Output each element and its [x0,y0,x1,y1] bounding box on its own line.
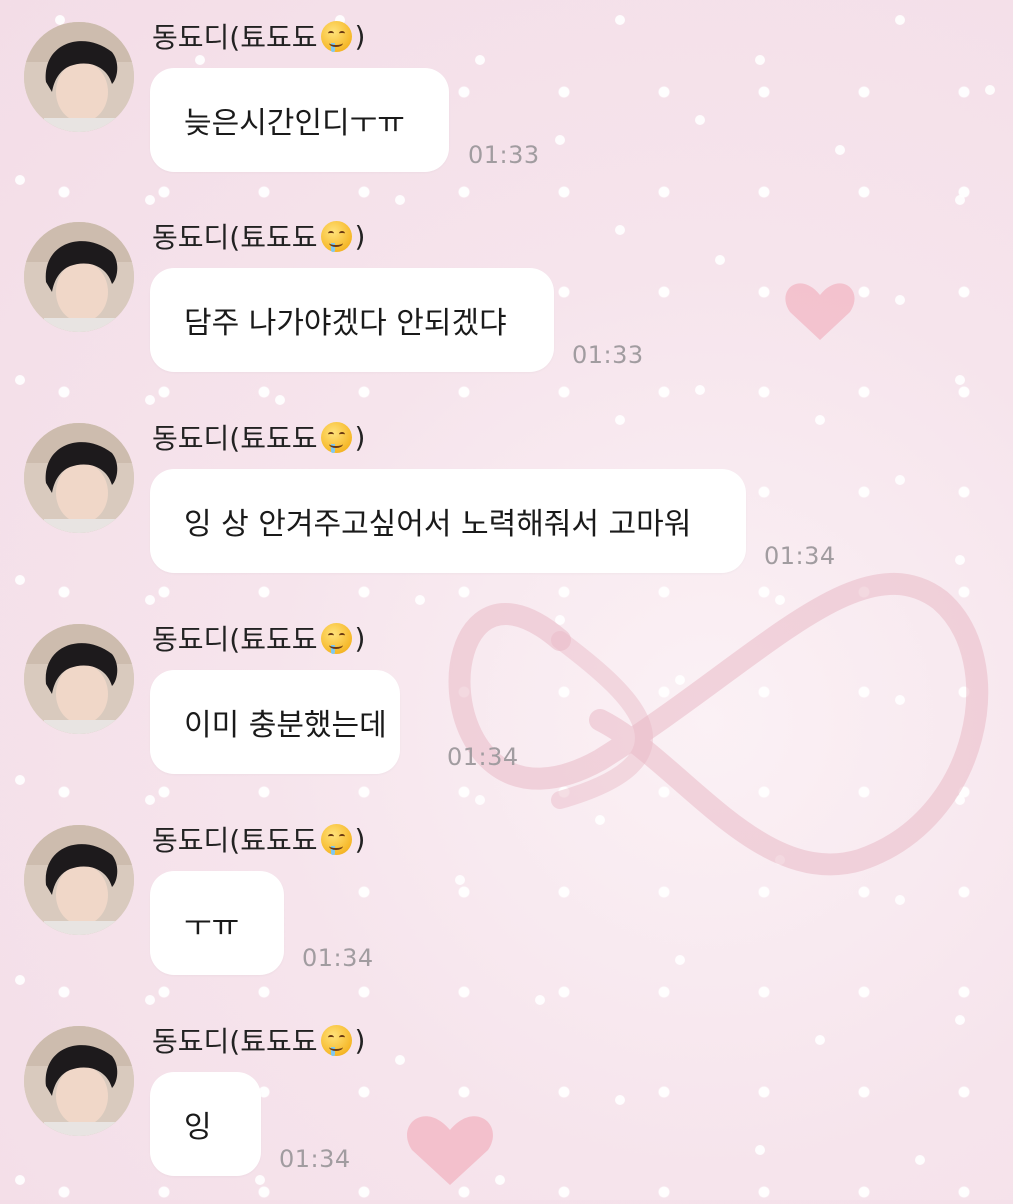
chat-message: 동됴디(툐됴됴) 늦은시간인디ㅜㅠ 01:33 [0,0,1013,200]
message-timestamp: 01:34 [764,542,836,570]
chat-thread: 동됴디(툐됴됴) 늦은시간인디ㅜㅠ 01:33 동됴디(툐됴됴) 담주 나가야겠… [0,0,1013,1200]
drooling-face-icon [320,20,352,52]
avatar-image [24,1026,134,1136]
message-bubble[interactable]: 늦은시간인디ㅜㅠ [150,68,449,172]
message-bubble[interactable]: ㅜㅠ [150,871,284,975]
message-timestamp: 01:34 [302,944,374,972]
drooling-face-icon [320,622,352,654]
sender-name: 동됴디(툐됴됴) [152,822,366,858]
chat-message: 동됴디(툐됴됴) 이미 충분했는데 01:34 [0,602,1013,802]
chat-message: 동됴디(툐됴됴) 잉 01:34 [0,1004,1013,1204]
avatar[interactable] [24,1026,134,1136]
drooling-face-icon [320,1024,352,1056]
chat-message: 동됴디(툐됴됴) 잉 상 안겨주고싶어서 노력해줘서 고마워 01:34 [0,401,1013,601]
message-timestamp: 01:34 [447,743,519,771]
drooling-face-icon [320,421,352,453]
sender-name: 동됴디(툐됴됴) [152,1023,366,1059]
message-text: 잉 [184,1110,212,1145]
avatar[interactable] [24,624,134,734]
message-bubble[interactable]: 이미 충분했는데 [150,670,400,774]
message-text: 이미 충분했는데 [184,708,387,743]
avatar[interactable] [24,825,134,935]
message-text: 잉 상 안겨주고싶어서 노력해줘서 고마워 [184,507,692,542]
drooling-face-icon [320,220,352,252]
avatar-image [24,222,134,332]
avatar[interactable] [24,222,134,332]
avatar[interactable] [24,423,134,533]
sender-name: 동됴디(툐됴됴) [152,219,366,255]
chat-message: 동됴디(툐됴됴) ㅜㅠ 01:34 [0,803,1013,1003]
message-bubble[interactable]: 담주 나가야겠다 안되겠댜 [150,268,554,372]
sender-name: 동됴디(툐됴됴) [152,420,366,456]
avatar-image [24,22,134,132]
message-text: 늦은시간인디ㅜㅠ [184,106,405,141]
avatar-image [24,624,134,734]
chat-message: 동됴디(툐됴됴) 담주 나가야겠다 안되겠댜 01:33 [0,200,1013,400]
drooling-face-icon [320,823,352,855]
message-timestamp: 01:34 [279,1145,351,1173]
message-timestamp: 01:33 [468,141,540,169]
avatar[interactable] [24,22,134,132]
message-bubble[interactable]: 잉 상 안겨주고싶어서 노력해줘서 고마워 [150,469,746,573]
sender-name: 동됴디(툐됴됴) [152,621,366,657]
message-text: ㅜㅠ [184,909,240,944]
avatar-image [24,423,134,533]
message-bubble[interactable]: 잉 [150,1072,261,1176]
message-timestamp: 01:33 [572,341,644,369]
message-text: 담주 나가야겠다 안되겠댜 [184,306,507,341]
avatar-image [24,825,134,935]
sender-name: 동됴디(툐됴됴) [152,19,366,55]
